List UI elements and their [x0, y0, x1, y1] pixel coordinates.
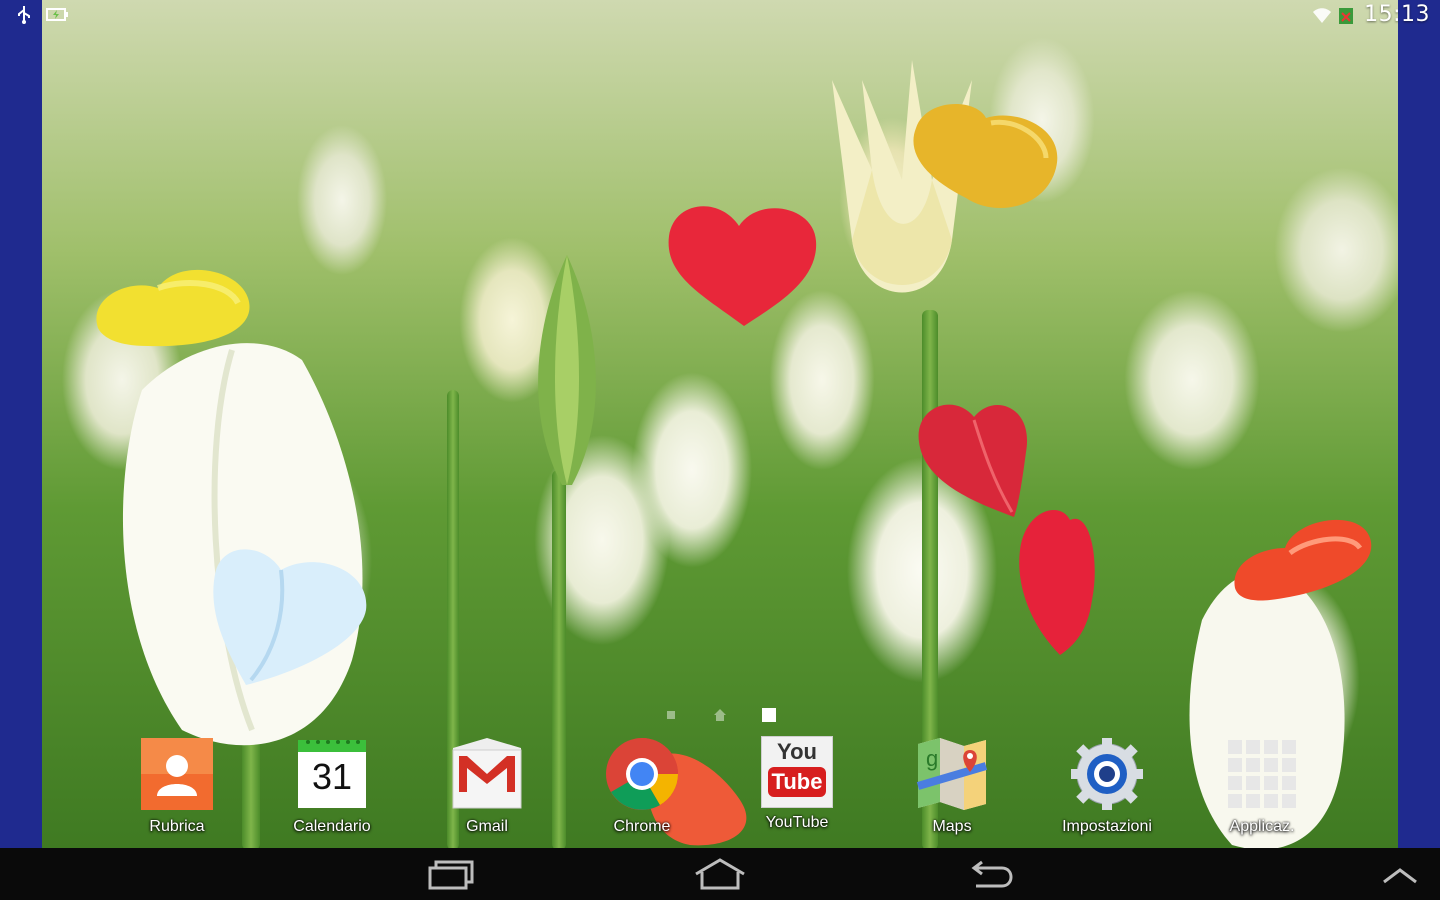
tulip-bud [538, 255, 596, 485]
chevron-up-icon [1383, 868, 1417, 884]
heart-yellow-icon [96, 269, 250, 347]
status-clock: 15:13 [1364, 2, 1430, 27]
home-icon [695, 858, 745, 890]
page-dot-home-icon[interactable] [713, 707, 727, 721]
page-dot-active[interactable] [761, 707, 776, 722]
youtube-icon: You Tube [761, 736, 833, 808]
apps-grid-icon [1224, 736, 1300, 812]
app-calendario[interactable]: 31 Calendario [257, 732, 407, 842]
svg-text:g: g [926, 746, 938, 771]
app-label: Rubrica [149, 818, 205, 835]
calendar-icon: 31 [294, 736, 370, 812]
app-label: Maps [932, 818, 972, 835]
app-label: Gmail [466, 818, 508, 835]
recent-apps-icon [428, 860, 474, 890]
app-youtube[interactable]: You Tube YouTube [722, 732, 872, 842]
navigation-bar [0, 848, 1440, 900]
status-bar: 15:13 [0, 0, 1440, 30]
contacts-icon [139, 736, 215, 812]
wifi-icon [1312, 5, 1332, 25]
app-label: Impostazioni [1062, 818, 1152, 835]
battery-charging-icon [46, 4, 68, 24]
app-rubrica[interactable]: Rubrica [102, 732, 252, 842]
app-chrome[interactable]: Chrome [567, 732, 717, 842]
youtube-icon-top: You [777, 739, 817, 764]
settings-icon [1069, 736, 1145, 812]
chrome-icon [604, 736, 680, 812]
app-label: YouTube [765, 814, 829, 831]
app-dock: Rubrica 31 Calendario Gmail Chrome You T… [100, 732, 1340, 842]
heart-red-icon [1019, 510, 1095, 655]
page-dot[interactable] [664, 707, 678, 721]
home-button[interactable] [680, 856, 760, 892]
youtube-icon-bottom: Tube [767, 767, 827, 797]
app-label: Calendario [293, 818, 371, 835]
heart-red-icon [668, 206, 817, 326]
heart-blue-icon [213, 549, 367, 685]
back-button[interactable] [952, 856, 1032, 892]
sim-icon [1338, 5, 1358, 25]
notification-chevron-button[interactable] [1370, 856, 1430, 892]
usb-icon [14, 4, 34, 24]
back-icon [971, 860, 1013, 888]
app-label: Chrome [613, 818, 671, 835]
page-indicator [0, 704, 1440, 724]
app-applicazioni[interactable]: Applicaz. [1187, 732, 1337, 842]
app-impostazioni[interactable]: Impostazioni [1032, 732, 1182, 842]
maps-icon: g [914, 736, 990, 812]
recent-apps-button[interactable] [410, 856, 490, 892]
heart-gold-icon [913, 104, 1058, 208]
app-maps[interactable]: g Maps [877, 732, 1027, 842]
app-gmail[interactable]: Gmail [412, 732, 562, 842]
app-label: Applicaz. [1229, 818, 1295, 835]
gmail-icon [449, 736, 525, 812]
calendar-day: 31 [311, 756, 353, 797]
heart-orange-icon [1234, 519, 1372, 601]
